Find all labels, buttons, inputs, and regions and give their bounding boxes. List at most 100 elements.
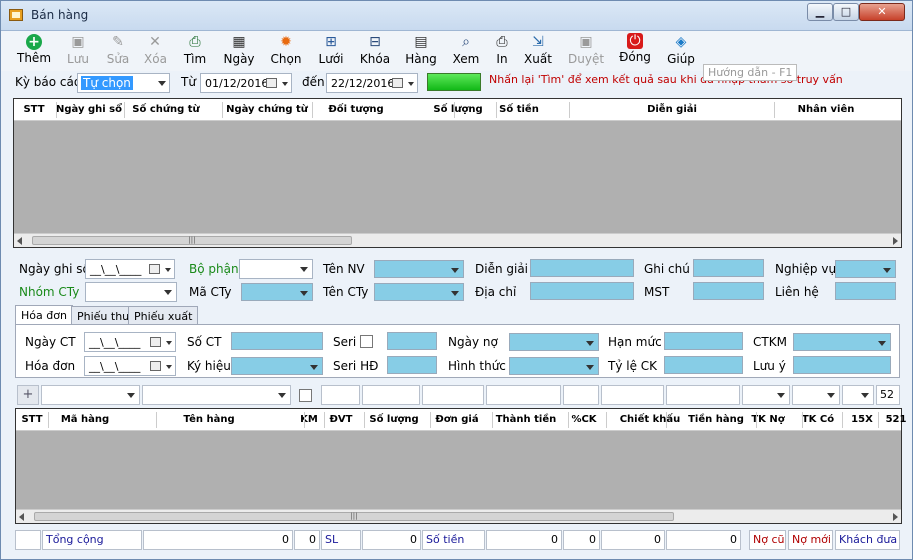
x15-entry[interactable] [842, 385, 874, 405]
to-date-picker[interactable]: 22/12/2016 [326, 73, 418, 93]
ma-cty-combo[interactable] [241, 283, 313, 301]
hinh-thuc-label: Hình thức [448, 359, 506, 373]
detail-col-header[interactable]: Tên hàng [169, 414, 249, 425]
ten-hang-entry[interactable] [142, 385, 291, 405]
ty-le-ck-label: Tỷ lệ CK [608, 359, 658, 373]
ghi-chu-input[interactable] [693, 259, 764, 277]
duyet-button[interactable]: ▣ Duyệt [568, 33, 604, 69]
scroll-left-icon[interactable] [19, 513, 24, 521]
nghiep-vu-combo[interactable] [835, 260, 896, 278]
xem-button[interactable]: ⌕ Xem [452, 33, 480, 69]
don-gia-entry[interactable] [422, 385, 484, 405]
detail-grid[interactable]: STT Mã hàng Tên hàng KM ĐVT Số lượng Đơn giá Th… [15, 408, 906, 524]
them-label: Thêm [17, 51, 52, 65]
lien-he-input[interactable] [835, 282, 896, 300]
them-button[interactable]: + Thêm [17, 33, 51, 69]
master-col-header[interactable]: Ngày chứng từ [222, 104, 312, 115]
scroll-left-icon[interactable] [17, 237, 22, 245]
tab-hoa-don[interactable]: Hóa đơn [15, 305, 73, 326]
ngay-ct-picker[interactable]: __\__\____ [84, 332, 176, 352]
khoa-button[interactable]: ⊟ Khóa [359, 33, 391, 69]
detail-col-header[interactable]: Mã hàng [45, 414, 125, 425]
tk-no-entry[interactable] [742, 385, 790, 405]
hang-button[interactable]: ▤ Hàng [405, 33, 437, 69]
ma-hang-entry[interactable] [41, 385, 140, 405]
detail-col-header[interactable]: 521 [856, 414, 912, 425]
master-col-header[interactable]: Nhân viên [781, 104, 871, 115]
hoa-don-picker[interactable]: __\__\____ [84, 356, 176, 376]
master-grid-header: STT Ngày ghi sổ Số chứng từ Ngày chứng từ Đố… [14, 99, 901, 121]
chevron-down-icon [777, 393, 785, 398]
ctkm-combo[interactable] [793, 333, 891, 351]
thanh-tien-entry[interactable] [486, 385, 561, 405]
ten-nv-combo[interactable] [374, 260, 464, 278]
seri-hd-input[interactable] [387, 356, 437, 374]
grid-icon: ⊞ [325, 34, 337, 50]
mst-input[interactable] [693, 282, 764, 300]
ngay-no-combo[interactable] [509, 333, 599, 351]
add-row-icon[interactable]: + [17, 385, 39, 405]
in-button[interactable]: ⎙ In [492, 33, 512, 69]
x521-entry[interactable]: 52 [876, 385, 900, 405]
maximize-button[interactable]: □ [833, 3, 859, 21]
dien-giai-input[interactable] [530, 259, 634, 277]
column-divider [842, 412, 843, 428]
chon-button[interactable]: ✹ Chọn [269, 33, 303, 69]
sua-button[interactable]: ✎ Sửa [105, 33, 131, 69]
period-combo[interactable]: Tự chọn [77, 73, 170, 93]
pct-ck-entry[interactable] [563, 385, 599, 405]
chevron-down-icon [861, 393, 869, 398]
seri-input[interactable] [387, 332, 437, 350]
tim-button[interactable]: ⎙ Tìm [183, 33, 207, 69]
scroll-thumb[interactable]: ||| [34, 512, 674, 521]
luu-button[interactable]: ▣ Lưu [63, 33, 93, 69]
master-col-header[interactable]: Số tiền [474, 104, 564, 115]
chiet-khau-entry[interactable] [601, 385, 664, 405]
so-ct-input[interactable] [231, 332, 323, 350]
from-date-picker[interactable]: 01/12/2016 [200, 73, 292, 93]
master-horizontal-scrollbar[interactable]: ||| [14, 233, 901, 247]
detail-col-header[interactable]: Đơn giá [417, 414, 497, 425]
xoa-button[interactable]: ✕ Xóa [144, 33, 167, 69]
bo-phan-label: Bộ phận [189, 262, 239, 276]
ngay-button[interactable]: ▦ Ngày [223, 33, 255, 69]
giup-button[interactable]: ◈ Giúp [666, 33, 696, 69]
han-muc-input[interactable] [664, 332, 743, 350]
minimize-button[interactable]: ▁ [807, 3, 833, 21]
tien-hang-entry[interactable] [666, 385, 740, 405]
khach-dua-label: Khách đưa [835, 530, 900, 550]
tab-phieu-xuat[interactable]: Phiếu xuất [128, 306, 199, 326]
master-col-header[interactable]: Đối tượng [311, 104, 401, 115]
master-grid[interactable]: STT Ngày ghi sổ Số chứng từ Ngày chứng từ Đố… [13, 98, 902, 248]
tab-phieu-thu[interactable]: Phiếu thu [71, 306, 136, 326]
chevron-down-icon [164, 290, 172, 295]
close-button[interactable]: ✕ [859, 3, 905, 21]
so-luong-entry[interactable] [362, 385, 420, 405]
scroll-thumb[interactable]: ||| [32, 236, 352, 245]
master-col-header[interactable]: Số chứng từ [121, 104, 211, 115]
scroll-right-icon[interactable] [893, 513, 898, 521]
detail-horizontal-scrollbar[interactable]: ||| [16, 509, 901, 523]
luoi-button[interactable]: ⊞ Lưới [316, 33, 346, 69]
xuat-button[interactable]: ⇲ Xuất [523, 33, 553, 69]
nhom-cty-combo[interactable] [85, 282, 177, 302]
hinh-thuc-combo[interactable] [509, 357, 599, 375]
luu-y-input[interactable] [793, 356, 891, 374]
ky-hieu-combo[interactable] [231, 357, 323, 375]
tk-co-entry[interactable] [792, 385, 840, 405]
ten-cty-combo[interactable] [374, 283, 464, 301]
chon-label: Chọn [270, 52, 302, 66]
km-checkbox[interactable] [299, 389, 312, 402]
save-icon: ▣ [71, 34, 85, 50]
bo-phan-combo[interactable] [239, 259, 313, 279]
dia-chi-input[interactable] [530, 282, 634, 300]
seri-checkbox[interactable] [360, 335, 373, 348]
dong-button[interactable]: ⏻ Đóng [618, 33, 652, 69]
master-col-header[interactable]: Diễn giải [627, 104, 717, 115]
scroll-right-icon[interactable] [893, 237, 898, 245]
ngay-ghi-so-picker[interactable]: __\__\____ [85, 259, 175, 279]
dvt-entry[interactable] [321, 385, 360, 405]
ngay-ghi-so-label: Ngày ghi sổ [19, 262, 90, 276]
luoi-label: Lưới [318, 52, 344, 66]
ty-le-ck-input[interactable] [664, 356, 743, 374]
